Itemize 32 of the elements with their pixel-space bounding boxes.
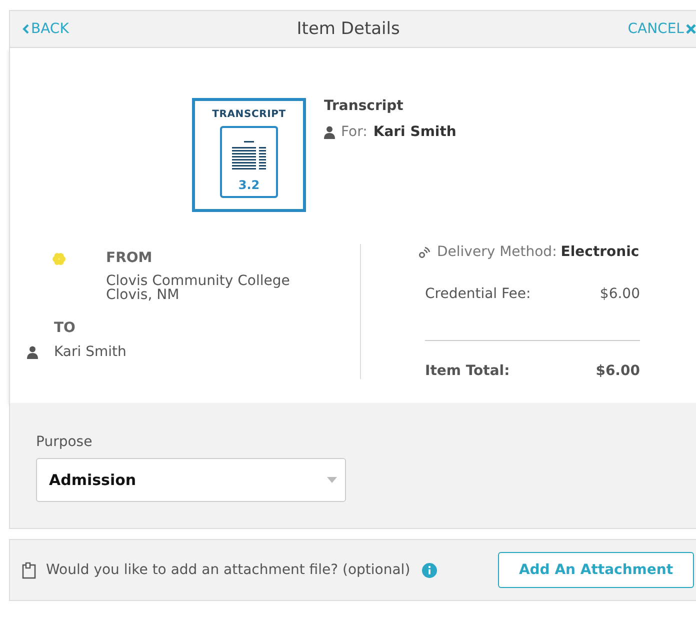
address-line: Clovis, NM — [106, 288, 180, 302]
delivery-label: Delivery Method: — [437, 244, 557, 260]
close-icon — [686, 24, 696, 34]
fee-label: Credential Fee: — [425, 286, 531, 302]
recipient-name: Kari Smith — [373, 124, 456, 140]
fee-amount: $6.00 — [596, 363, 640, 379]
purpose-label: Purpose — [36, 434, 92, 450]
from-label: FROM — [106, 250, 154, 266]
badge-title: TRANSCRIPT — [212, 109, 286, 120]
cancel-link[interactable]: CANCEL — [628, 21, 696, 37]
version-number: 3.2 — [238, 178, 260, 192]
fee-label: Item Total: — [425, 363, 510, 379]
person-icon — [324, 126, 335, 138]
page-title: Item Details — [296, 19, 400, 39]
clipboard-icon — [22, 562, 36, 578]
signal-icon — [419, 246, 431, 258]
chevron-left-icon — [22, 24, 29, 34]
back-link[interactable]: BACK — [22, 21, 69, 37]
purpose-select[interactable]: Admission — [36, 458, 346, 502]
info-icon[interactable] — [422, 562, 438, 578]
to-name: Kari Smith — [54, 344, 128, 362]
item-name: Transcript — [324, 98, 404, 114]
for-label: For: — [341, 124, 368, 140]
address-line: Clovis Community College — [106, 274, 291, 288]
to-label: TO — [54, 320, 76, 336]
person-icon — [27, 346, 38, 359]
add-attachment-button[interactable]: Add An Attachment — [498, 552, 694, 588]
caret-icon — [327, 477, 337, 483]
attachment-question: Would you like to add an attachment file? (optional) — [46, 562, 410, 578]
fee-amount: $6.00 — [600, 286, 640, 302]
delivery-value: Electronic — [560, 244, 640, 260]
flower-icon — [52, 252, 66, 266]
